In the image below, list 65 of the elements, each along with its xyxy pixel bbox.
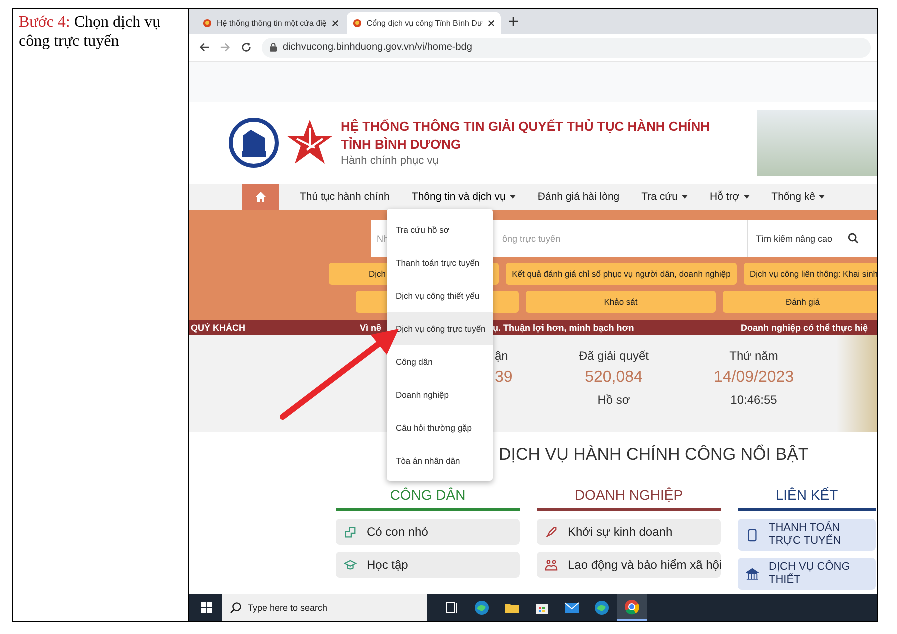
stat-value: 520,084 — [585, 369, 643, 387]
puzzle-icon — [344, 526, 357, 538]
advanced-search-link[interactable]: Tìm kiếm nâng cao — [747, 220, 844, 257]
instruction-text: Bước 4: Chọn dịch vụ công trực tuyến — [19, 13, 162, 51]
chrome-icon[interactable] — [617, 594, 647, 621]
ticker-text: Vì nề — [360, 322, 382, 332]
back-icon[interactable] — [199, 42, 210, 53]
nav-item[interactable]: Đánh giá hài lòng — [526, 191, 631, 203]
search-icon[interactable] — [848, 233, 859, 244]
service-item[interactable]: DỊCH VỤ CÔNG THIẾT — [738, 558, 876, 590]
lock-icon — [270, 43, 277, 52]
close-icon[interactable] — [488, 20, 495, 26]
menu-item[interactable]: Dịch vụ công thiết yếu — [387, 279, 493, 312]
reload-icon[interactable] — [241, 42, 252, 53]
search-icon — [230, 602, 242, 614]
bank-icon — [746, 568, 759, 580]
taskbar-search-field[interactable]: Type here to search — [222, 594, 427, 621]
quick-link-button[interactable]: Kết quả đánh giá chỉ số phục vụ người dân, doanh nghiệp — [506, 263, 737, 285]
service-item[interactable]: Khởi sự kinh doanh — [537, 519, 721, 545]
nav-item[interactable]: Thủ tục hành chính — [289, 191, 401, 203]
nav-item[interactable]: Thống kê — [760, 191, 836, 203]
browser-tab[interactable]: Cổng dịch vụ công Tỉnh Bình Dư — [346, 12, 501, 34]
stat-label: Đã giải quyết — [578, 349, 650, 363]
quick-link-button[interactable]: Đánh giá — [723, 291, 877, 313]
ticker-text: ụ. Thuận lợi hơn, minh bạch hơn — [493, 322, 634, 332]
emblem-icon — [352, 18, 362, 28]
home-icon — [254, 191, 266, 203]
service-item[interactable]: Có con nhỏ — [336, 519, 520, 545]
phone-card-icon — [746, 528, 759, 542]
nav-item[interactable]: Tra cứu — [630, 191, 700, 203]
stat-unit: Hồ sơ — [598, 393, 630, 407]
site-slogan: Hành chính phục vụ — [341, 155, 440, 167]
windows-icon[interactable] — [201, 602, 212, 613]
service-item[interactable]: THANH TOÁN TRỰC TUYẾN — [738, 519, 876, 551]
address-bar[interactable]: dichvucong.binhduong.gov.vn/vi/home-bdg — [262, 38, 871, 58]
quick-link-button[interactable]: Khảo sát — [526, 291, 716, 313]
emblem-icon — [203, 18, 212, 28]
service-item[interactable]: Lao động và bảo hiểm xã hội — [537, 552, 721, 578]
graduation-cap-icon — [344, 558, 357, 572]
menu-item[interactable]: Câu hỏi thường gặp — [387, 411, 493, 444]
service-item[interactable]: Học tập — [336, 552, 520, 578]
stat-value: 14/09/2023 — [714, 369, 794, 387]
section-heading: DỊCH VỤ HÀNH CHÍNH CÔNG NỔI BẬT — [499, 444, 809, 464]
stat-unit: 10:46:55 — [730, 393, 778, 407]
nav-item[interactable]: Thông tin và dịch vụ — [400, 191, 527, 203]
column-heading: CÔNG DÂN — [389, 487, 467, 503]
stat-value: 39 — [495, 369, 513, 387]
menu-item[interactable]: Công dân — [387, 345, 493, 378]
column-heading: DOANH NGHIỆP — [574, 487, 684, 503]
ticker-text: Doanh nghiệp có thể thực hiệ — [741, 322, 868, 332]
stat-label: Thứ năm — [730, 349, 778, 363]
new-tab-icon[interactable] — [508, 17, 518, 26]
column-heading: LIÊN KẾT — [774, 487, 840, 503]
home-button[interactable] — [242, 184, 279, 210]
seal-logo-icon — [229, 118, 279, 168]
stat-label: ận — [495, 349, 508, 363]
close-icon[interactable] — [332, 20, 339, 26]
menu-item[interactable]: Tòa án nhân dân — [387, 444, 493, 477]
ticker-text: QUÝ KHÁCH — [191, 322, 246, 332]
site-title: HỆ THỐNG THÔNG TIN GIẢI QUYẾT THỦ TỤC HÀNH CHÍNH — [341, 119, 712, 134]
site-title: TỈNH BÌNH DƯƠNG — [341, 137, 462, 152]
menu-item[interactable]: Doanh nghiệp — [387, 378, 493, 411]
nav-item[interactable]: Hỗ trợ — [699, 191, 761, 203]
browser-tab[interactable]: Hệ thống thông tin một cửa điệ — [197, 12, 345, 34]
people-icon — [545, 558, 558, 572]
